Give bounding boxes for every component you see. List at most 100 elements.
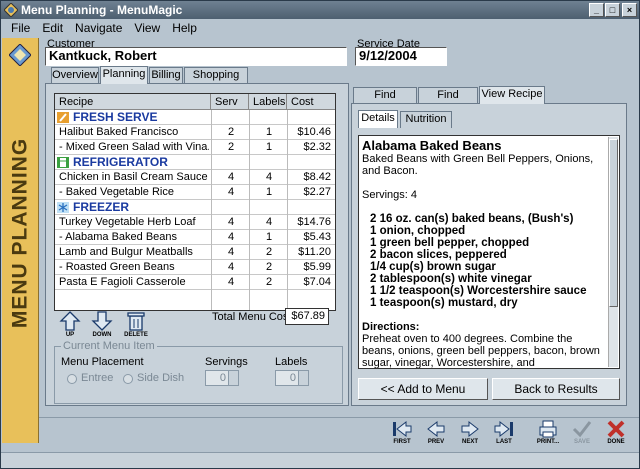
servings-stepper[interactable]: 0 (205, 370, 239, 386)
menu-help[interactable]: Help (166, 19, 203, 37)
ingredient-item: 1 onion, chopped (370, 225, 466, 237)
app-window: Menu Planning - MenuMagic _ □ × File Edit… (0, 0, 640, 469)
category-name: FREEZER (73, 200, 130, 214)
side-dish-label: Side Dish (137, 372, 185, 384)
last-icon (494, 420, 513, 438)
planning-panel: Recipe Serv Labels Cost FRESH SERVE Halib… (45, 83, 349, 406)
side-dish-radio[interactable] (123, 374, 133, 384)
recipe-name: Halibut Baked Francisco (59, 126, 179, 138)
delete-button[interactable]: DELETE (118, 310, 154, 344)
labels-value: 2 (265, 276, 273, 288)
done-button[interactable]: DONE (599, 418, 633, 450)
recipe-name: - Roasted Green Beans (59, 261, 175, 273)
grid-header: Recipe Serv Labels Cost (55, 94, 335, 110)
done-x-icon (607, 420, 625, 438)
ingredient-item: 1/4 cup(s) brown sugar (370, 261, 496, 273)
first-button[interactable]: FIRST (385, 418, 419, 450)
ingredient-item: 1 1/2 teaspoon(s) Worcestershire sauce (370, 285, 587, 297)
current-item-legend: Current Menu Item (61, 340, 157, 352)
tab-details[interactable]: Details (358, 110, 398, 128)
prev-button[interactable]: PREV (419, 418, 453, 450)
tab-find-results[interactable]: Find Results (418, 87, 478, 116)
labels-label: Labels (275, 356, 308, 368)
col-serv[interactable]: Serv (211, 94, 249, 110)
recipe-name: Lamb and Bulgur Meatballs (59, 246, 193, 258)
labels-value: 2 (265, 246, 273, 258)
category-row[interactable]: FREEZER (55, 200, 335, 215)
tab-billing[interactable]: Billing (149, 67, 183, 84)
recipe-subtitle: Baked Beans with Green Bell Peppers, Oni… (362, 153, 594, 177)
print-icon (539, 420, 557, 438)
tab-view-recipe[interactable]: View Recipe (479, 86, 545, 104)
serv-value: 4 (227, 231, 235, 243)
col-labels[interactable]: Labels (249, 94, 287, 110)
recipe-name: Pasta E Fagioli Casserole (59, 276, 186, 288)
navigation-toolbar: FIRST PREV NEXT LAST PRINT... SAVE DONE (39, 417, 639, 451)
down-button[interactable]: DOWN (84, 310, 120, 344)
save-button[interactable]: SAVE (565, 418, 599, 450)
tab-find-recipes[interactable]: Find Recipes (353, 87, 417, 116)
recipe-scrollbar[interactable] (608, 137, 618, 367)
cost-value: $2.27 (303, 186, 331, 198)
tab-planning[interactable]: Planning (100, 66, 148, 84)
cost-value: $10.46 (297, 126, 331, 138)
back-to-results-button[interactable]: Back to Results (492, 378, 620, 400)
table-row[interactable]: Halibut Baked Francisco 2 1 $10.46 (55, 125, 335, 140)
category-row[interactable]: FRESH SERVE (55, 110, 335, 125)
diamond-logo-icon (9, 44, 31, 66)
recipe-servings: Servings: 4 (362, 189, 418, 201)
table-row[interactable]: - Alabama Baked Beans 4 1 $5.43 (55, 230, 335, 245)
serv-value: 4 (227, 186, 235, 198)
col-recipe[interactable]: Recipe (55, 94, 211, 110)
first-icon (393, 420, 412, 438)
last-button[interactable]: LAST (487, 418, 521, 450)
total-cost-label: Total Menu Cost (212, 311, 292, 323)
first-label: FIRST (393, 439, 411, 445)
tab-overview[interactable]: Overview (51, 67, 99, 84)
menu-edit[interactable]: Edit (36, 19, 69, 37)
tab-shopping-list[interactable]: Shopping List (184, 67, 248, 96)
add-to-menu-button[interactable]: << Add to Menu (358, 378, 488, 400)
table-row[interactable]: - Roasted Green Beans 4 2 $5.99 (55, 260, 335, 275)
servings-spin-buttons[interactable] (228, 371, 238, 385)
labels-spin-buttons[interactable] (298, 371, 308, 385)
entree-radio[interactable] (67, 374, 77, 384)
table-row[interactable]: - Mixed Green Salad with Vina... 2 1 $2.32 (55, 140, 335, 155)
recipe-name: - Mixed Green Salad with Vina... (59, 141, 209, 153)
up-button[interactable]: UP (52, 310, 88, 344)
delete-label: DELETE (124, 332, 148, 338)
menu-view[interactable]: View (128, 19, 166, 37)
col-cost[interactable]: Cost (287, 94, 335, 110)
labels-value: 1 (265, 186, 273, 198)
table-row[interactable]: Chicken in Basil Cream Sauce 4 4 $8.42 (55, 170, 335, 185)
cost-value: $14.76 (297, 216, 331, 228)
labels-value: 1 (265, 141, 273, 153)
recipe-directions: Preheat oven to 400 degrees. Combine the… (362, 333, 600, 369)
minimize-button[interactable]: _ (589, 3, 604, 17)
down-arrow-icon (91, 311, 113, 331)
recipe-details: Alabama Baked Beans Baked Beans with Gre… (358, 135, 620, 369)
table-row[interactable]: Pasta E Fagioli Casserole 4 2 $7.04 (55, 275, 335, 290)
serv-value: 2 (227, 141, 235, 153)
table-row[interactable]: Turkey Vegetable Herb Loaf 4 4 $14.76 (55, 215, 335, 230)
print-button[interactable]: PRINT... (531, 418, 565, 450)
maximize-button[interactable]: □ (605, 3, 620, 17)
current-menu-item-group: Current Menu Item Menu Placement Entree … (54, 340, 343, 404)
menu-bar: File Edit Navigate View Help (1, 19, 639, 37)
serv-value: 4 (227, 171, 235, 183)
table-row[interactable]: Lamb and Bulgur Meatballs 4 2 $11.20 (55, 245, 335, 260)
menu-navigate[interactable]: Navigate (69, 19, 128, 37)
labels-value: 2 (265, 261, 273, 273)
category-row[interactable]: REFRIGERATOR (55, 155, 335, 170)
labels-stepper[interactable]: 0 (275, 370, 309, 386)
scrollbar-thumb[interactable] (609, 139, 618, 307)
menu-file[interactable]: File (5, 19, 36, 37)
customer-field[interactable]: Kantkuck, Robert (45, 47, 347, 66)
close-button[interactable]: × (622, 3, 637, 17)
next-button[interactable]: NEXT (453, 418, 487, 450)
service-date-field[interactable]: 9/12/2004 (355, 47, 447, 66)
labels-value: 1 (265, 126, 273, 138)
cost-value: $5.43 (303, 231, 331, 243)
tab-nutrition[interactable]: Nutrition (400, 111, 452, 128)
table-row[interactable]: - Baked Vegetable Rice 4 1 $2.27 (55, 185, 335, 200)
